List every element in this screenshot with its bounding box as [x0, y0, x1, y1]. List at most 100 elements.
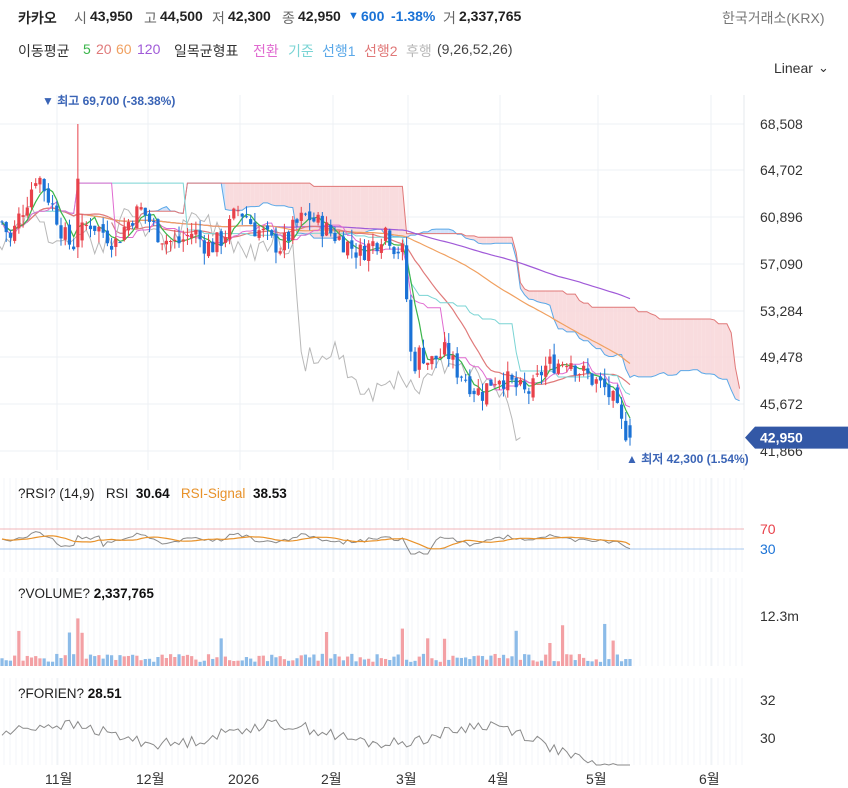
candle-body	[396, 251, 400, 254]
candle-body	[13, 225, 17, 241]
cloud-segment	[651, 313, 656, 377]
volume-bar	[518, 659, 523, 666]
volume-bar	[341, 660, 345, 666]
volume-bar	[586, 660, 590, 666]
volume-bar	[42, 658, 46, 666]
candle-body	[131, 223, 135, 226]
candle-body	[181, 239, 185, 242]
volume-bar	[261, 655, 265, 666]
candle-body	[388, 230, 392, 246]
volume-bar	[101, 658, 105, 666]
candle-body	[615, 387, 619, 403]
volume-bar	[590, 661, 594, 666]
candle-body	[464, 379, 468, 381]
candle-body	[232, 208, 236, 219]
candle-body	[594, 379, 598, 384]
volume-bar	[13, 655, 17, 666]
volume-bar	[560, 625, 565, 666]
candle-body	[434, 355, 438, 360]
volume-bar	[379, 658, 383, 666]
candle-body	[312, 217, 316, 222]
volume-bar	[615, 654, 619, 666]
candle-body	[405, 245, 409, 300]
volume-bar	[337, 656, 341, 666]
cloud-segment	[667, 318, 673, 376]
candle-body	[109, 245, 114, 250]
volume-bar	[135, 655, 139, 666]
volume-bar	[350, 653, 354, 666]
volume-bar	[607, 659, 611, 666]
candle-body	[354, 252, 358, 258]
rsi-signal-value: 38.53	[252, 486, 287, 501]
volume-bar	[421, 653, 426, 666]
volume-bar	[232, 660, 236, 666]
cloud-segment	[377, 186, 382, 230]
volume-bar	[240, 660, 244, 666]
candle-body	[468, 376, 472, 395]
candle-body	[586, 368, 590, 374]
cloud-segment	[663, 318, 668, 376]
volume-bar	[223, 656, 227, 666]
x-axis-label: 5월	[586, 771, 607, 787]
candle-body	[72, 246, 76, 250]
candle-body	[497, 380, 501, 385]
candle-body	[590, 373, 594, 385]
volume-bar	[190, 656, 194, 666]
volume-bar	[211, 658, 215, 666]
cloud-segment	[617, 307, 622, 355]
candle-body	[421, 347, 426, 364]
candle-body	[619, 404, 624, 419]
volume-bar	[257, 655, 261, 666]
candle-body	[346, 241, 350, 256]
cloud-segment	[625, 307, 630, 378]
cloud-segment	[570, 294, 576, 332]
rsi-tick-70: 70	[760, 521, 776, 537]
candle-body	[430, 356, 434, 365]
candle-body	[531, 378, 535, 398]
volume-bar	[185, 654, 190, 666]
candle-body	[569, 363, 573, 370]
cloud-segment	[638, 311, 643, 377]
volume-panel-title: ?VOLUME? 2,337,765	[18, 586, 154, 601]
cloud-segment	[646, 311, 652, 377]
candle-body	[194, 229, 198, 235]
cloud-segment	[246, 183, 251, 208]
candle-body	[539, 371, 544, 376]
price-tick-label: 57,090	[760, 256, 803, 272]
candle-body	[514, 377, 518, 388]
volume-bar	[354, 661, 358, 666]
volume-bar	[573, 660, 577, 666]
candle-body	[308, 211, 312, 221]
candle-body	[274, 233, 278, 253]
candle-body	[173, 239, 177, 242]
volume-bar	[329, 658, 333, 666]
candle-body	[126, 222, 131, 231]
volume-bar	[362, 659, 367, 666]
candle-body	[565, 366, 569, 368]
volume-bar	[438, 661, 442, 666]
candle-body	[556, 363, 560, 374]
candle-body	[582, 365, 586, 371]
volume-bar	[333, 654, 337, 666]
cloud-segment	[722, 323, 727, 380]
volume-bar	[59, 658, 63, 666]
volume-bar	[72, 654, 76, 666]
candle-body	[518, 379, 523, 385]
volume-bar	[278, 656, 282, 666]
candle-body	[105, 230, 109, 244]
candle-body	[211, 241, 215, 253]
volume-bar	[624, 659, 628, 666]
cloud-segment	[495, 237, 500, 244]
candle-body	[426, 362, 430, 365]
cloud-segment	[583, 303, 588, 341]
volume-bar	[565, 654, 569, 666]
candle-body	[400, 243, 405, 253]
cloud-segment	[689, 318, 694, 371]
candle-body	[38, 177, 42, 185]
candle-body	[76, 178, 80, 248]
candle-body	[261, 228, 265, 231]
price-tick-label: 45,672	[760, 396, 803, 412]
candle-body	[523, 381, 527, 390]
chart-canvas[interactable]: 68,508 64,702 60,896 57,090 53,284 49,478 45,6…	[0, 0, 848, 788]
volume-bar	[147, 658, 152, 666]
